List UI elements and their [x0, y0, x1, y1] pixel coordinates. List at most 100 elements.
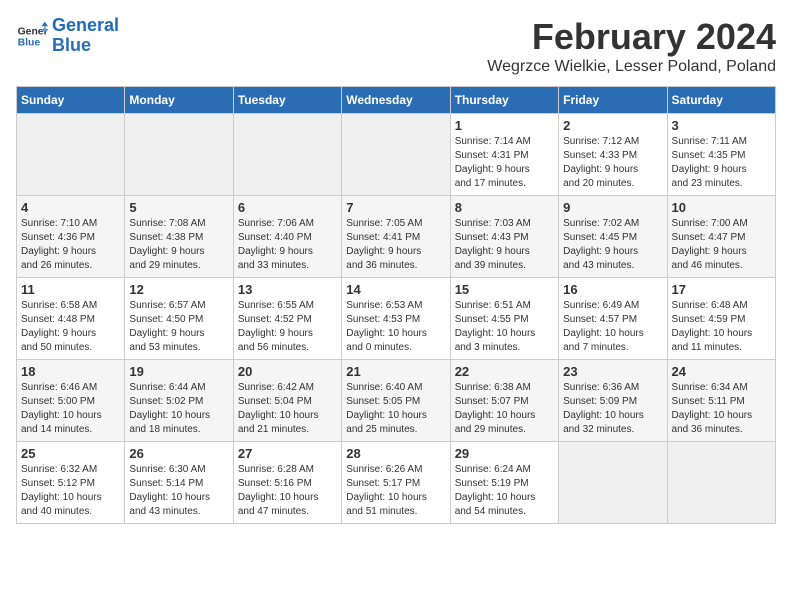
day-number: 11 — [21, 282, 120, 297]
day-info: Sunrise: 6:53 AM Sunset: 4:53 PM Dayligh… — [346, 299, 445, 355]
calendar-cell — [233, 114, 341, 196]
calendar-cell: 12 Sunrise: 6:57 AM Sunset: 4:50 PM Dayli… — [125, 278, 233, 360]
svg-text:Blue: Blue — [18, 37, 41, 48]
day-info: Sunrise: 6:51 AM Sunset: 4:55 PM Dayligh… — [455, 299, 554, 355]
calendar-cell: 10Sunrise: 7:00 AM Sunset: 4:47 PM Dayli… — [667, 196, 775, 278]
title-area: February 2024 Wegrzce Wielkie, Lesser Po… — [487, 16, 776, 76]
calendar-cell: 15 Sunrise: 6:51 AM Sunset: 4:55 PM Dayli… — [450, 278, 558, 360]
calendar-cell: 29 Sunrise: 6:24 AM Sunset: 5:19 PM Dayli… — [450, 442, 558, 524]
calendar-week-5: 25 Sunrise: 6:32 AM Sunset: 5:12 PM Dayli… — [17, 442, 776, 524]
day-number: 3 — [672, 118, 771, 133]
calendar-week-1: 1Sunrise: 7:14 AM Sunset: 4:31 PM Daylig… — [17, 114, 776, 196]
day-number: 21 — [346, 364, 445, 379]
weekday-header-tuesday: Tuesday — [233, 87, 341, 114]
calendar-cell: 7 Sunrise: 7:05 AM Sunset: 4:41 PM Daylig… — [342, 196, 450, 278]
day-number: 19 — [129, 364, 228, 379]
calendar-cell: 21 Sunrise: 6:40 AM Sunset: 5:05 PM Dayli… — [342, 360, 450, 442]
header: General Blue General Blue February 2024 … — [16, 16, 776, 76]
day-number: 18 — [21, 364, 120, 379]
calendar-cell: 20 Sunrise: 6:42 AM Sunset: 5:04 PM Dayli… — [233, 360, 341, 442]
logo: General Blue General Blue — [16, 16, 119, 56]
day-number: 27 — [238, 446, 337, 461]
day-info: Sunrise: 7:02 AM Sunset: 4:45 PM Dayligh… — [563, 217, 662, 273]
weekday-header-saturday: Saturday — [667, 87, 775, 114]
day-number: 26 — [129, 446, 228, 461]
weekday-header-friday: Friday — [559, 87, 667, 114]
weekday-header-sunday: Sunday — [17, 87, 125, 114]
day-info: Sunrise: 6:49 AM Sunset: 4:57 PM Dayligh… — [563, 299, 662, 355]
day-info: Sunrise: 6:55 AM Sunset: 4:52 PM Dayligh… — [238, 299, 337, 355]
location-title: Wegrzce Wielkie, Lesser Poland, Poland — [487, 58, 776, 76]
calendar-cell — [17, 114, 125, 196]
weekday-header-row: SundayMondayTuesdayWednesdayThursdayFrid… — [17, 87, 776, 114]
calendar-cell: 5Sunrise: 7:08 AM Sunset: 4:38 PM Daylig… — [125, 196, 233, 278]
calendar-cell: 17 Sunrise: 6:48 AM Sunset: 4:59 PM Dayli… — [667, 278, 775, 360]
calendar-cell: 19 Sunrise: 6:44 AM Sunset: 5:02 PM Dayli… — [125, 360, 233, 442]
calendar-table: SundayMondayTuesdayWednesdayThursdayFrid… — [16, 86, 776, 524]
calendar-week-3: 11Sunrise: 6:58 AM Sunset: 4:48 PM Dayli… — [17, 278, 776, 360]
day-number: 25 — [21, 446, 120, 461]
calendar-cell: 28 Sunrise: 6:26 AM Sunset: 5:17 PM Dayli… — [342, 442, 450, 524]
day-info: Sunrise: 6:32 AM Sunset: 5:12 PM Dayligh… — [21, 463, 120, 519]
calendar-week-2: 4 Sunrise: 7:10 AM Sunset: 4:36 PM Daylig… — [17, 196, 776, 278]
weekday-header-monday: Monday — [125, 87, 233, 114]
calendar-cell: 9 Sunrise: 7:02 AM Sunset: 4:45 PM Daylig… — [559, 196, 667, 278]
calendar-cell: 16Sunrise: 6:49 AM Sunset: 4:57 PM Dayli… — [559, 278, 667, 360]
weekday-header-thursday: Thursday — [450, 87, 558, 114]
day-info: Sunrise: 7:08 AM Sunset: 4:38 PM Dayligh… — [129, 217, 228, 273]
logo-icon: General Blue — [16, 20, 48, 52]
calendar-cell — [559, 442, 667, 524]
calendar-cell: 11Sunrise: 6:58 AM Sunset: 4:48 PM Dayli… — [17, 278, 125, 360]
day-info: Sunrise: 6:26 AM Sunset: 5:17 PM Dayligh… — [346, 463, 445, 519]
day-info: Sunrise: 6:46 AM Sunset: 5:00 PM Dayligh… — [21, 381, 120, 437]
day-number: 8 — [455, 200, 554, 215]
day-number: 12 — [129, 282, 228, 297]
calendar-cell: 24 Sunrise: 6:34 AM Sunset: 5:11 PM Dayli… — [667, 360, 775, 442]
day-info: Sunrise: 7:03 AM Sunset: 4:43 PM Dayligh… — [455, 217, 554, 273]
calendar-cell: 13Sunrise: 6:55 AM Sunset: 4:52 PM Dayli… — [233, 278, 341, 360]
calendar-cell: 2Sunrise: 7:12 AM Sunset: 4:33 PM Daylig… — [559, 114, 667, 196]
day-number: 17 — [672, 282, 771, 297]
day-number: 7 — [346, 200, 445, 215]
day-number: 22 — [455, 364, 554, 379]
calendar-cell: 8 Sunrise: 7:03 AM Sunset: 4:43 PM Daylig… — [450, 196, 558, 278]
day-number: 2 — [563, 118, 662, 133]
day-number: 9 — [563, 200, 662, 215]
svg-text:General: General — [18, 26, 48, 37]
day-info: Sunrise: 6:48 AM Sunset: 4:59 PM Dayligh… — [672, 299, 771, 355]
calendar-cell: 14Sunrise: 6:53 AM Sunset: 4:53 PM Dayli… — [342, 278, 450, 360]
calendar-cell — [125, 114, 233, 196]
day-info: Sunrise: 7:10 AM Sunset: 4:36 PM Dayligh… — [21, 217, 120, 273]
calendar-cell: 4 Sunrise: 7:10 AM Sunset: 4:36 PM Daylig… — [17, 196, 125, 278]
calendar-cell: 23Sunrise: 6:36 AM Sunset: 5:09 PM Dayli… — [559, 360, 667, 442]
day-info: Sunrise: 6:38 AM Sunset: 5:07 PM Dayligh… — [455, 381, 554, 437]
day-info: Sunrise: 7:11 AM Sunset: 4:35 PM Dayligh… — [672, 135, 771, 191]
day-number: 4 — [21, 200, 120, 215]
day-number: 20 — [238, 364, 337, 379]
day-number: 29 — [455, 446, 554, 461]
day-number: 1 — [455, 118, 554, 133]
day-info: Sunrise: 6:34 AM Sunset: 5:11 PM Dayligh… — [672, 381, 771, 437]
day-info: Sunrise: 7:00 AM Sunset: 4:47 PM Dayligh… — [672, 217, 771, 273]
day-info: Sunrise: 6:28 AM Sunset: 5:16 PM Dayligh… — [238, 463, 337, 519]
day-number: 15 — [455, 282, 554, 297]
day-info: Sunrise: 6:42 AM Sunset: 5:04 PM Dayligh… — [238, 381, 337, 437]
calendar-cell: 26Sunrise: 6:30 AM Sunset: 5:14 PM Dayli… — [125, 442, 233, 524]
day-info: Sunrise: 6:40 AM Sunset: 5:05 PM Dayligh… — [346, 381, 445, 437]
day-info: Sunrise: 6:57 AM Sunset: 4:50 PM Dayligh… — [129, 299, 228, 355]
weekday-header-wednesday: Wednesday — [342, 87, 450, 114]
calendar-cell: 1Sunrise: 7:14 AM Sunset: 4:31 PM Daylig… — [450, 114, 558, 196]
day-info: Sunrise: 7:05 AM Sunset: 4:41 PM Dayligh… — [346, 217, 445, 273]
day-info: Sunrise: 6:24 AM Sunset: 5:19 PM Dayligh… — [455, 463, 554, 519]
calendar-cell: 27 Sunrise: 6:28 AM Sunset: 5:16 PM Dayli… — [233, 442, 341, 524]
day-number: 28 — [346, 446, 445, 461]
calendar-cell: 25 Sunrise: 6:32 AM Sunset: 5:12 PM Dayli… — [17, 442, 125, 524]
day-info: Sunrise: 7:06 AM Sunset: 4:40 PM Dayligh… — [238, 217, 337, 273]
calendar-cell: 6 Sunrise: 7:06 AM Sunset: 4:40 PM Daylig… — [233, 196, 341, 278]
day-number: 6 — [238, 200, 337, 215]
day-number: 24 — [672, 364, 771, 379]
calendar-week-4: 18 Sunrise: 6:46 AM Sunset: 5:00 PM Dayli… — [17, 360, 776, 442]
calendar-cell: 18 Sunrise: 6:46 AM Sunset: 5:00 PM Dayli… — [17, 360, 125, 442]
day-info: Sunrise: 6:44 AM Sunset: 5:02 PM Dayligh… — [129, 381, 228, 437]
month-title: February 2024 — [487, 16, 776, 58]
